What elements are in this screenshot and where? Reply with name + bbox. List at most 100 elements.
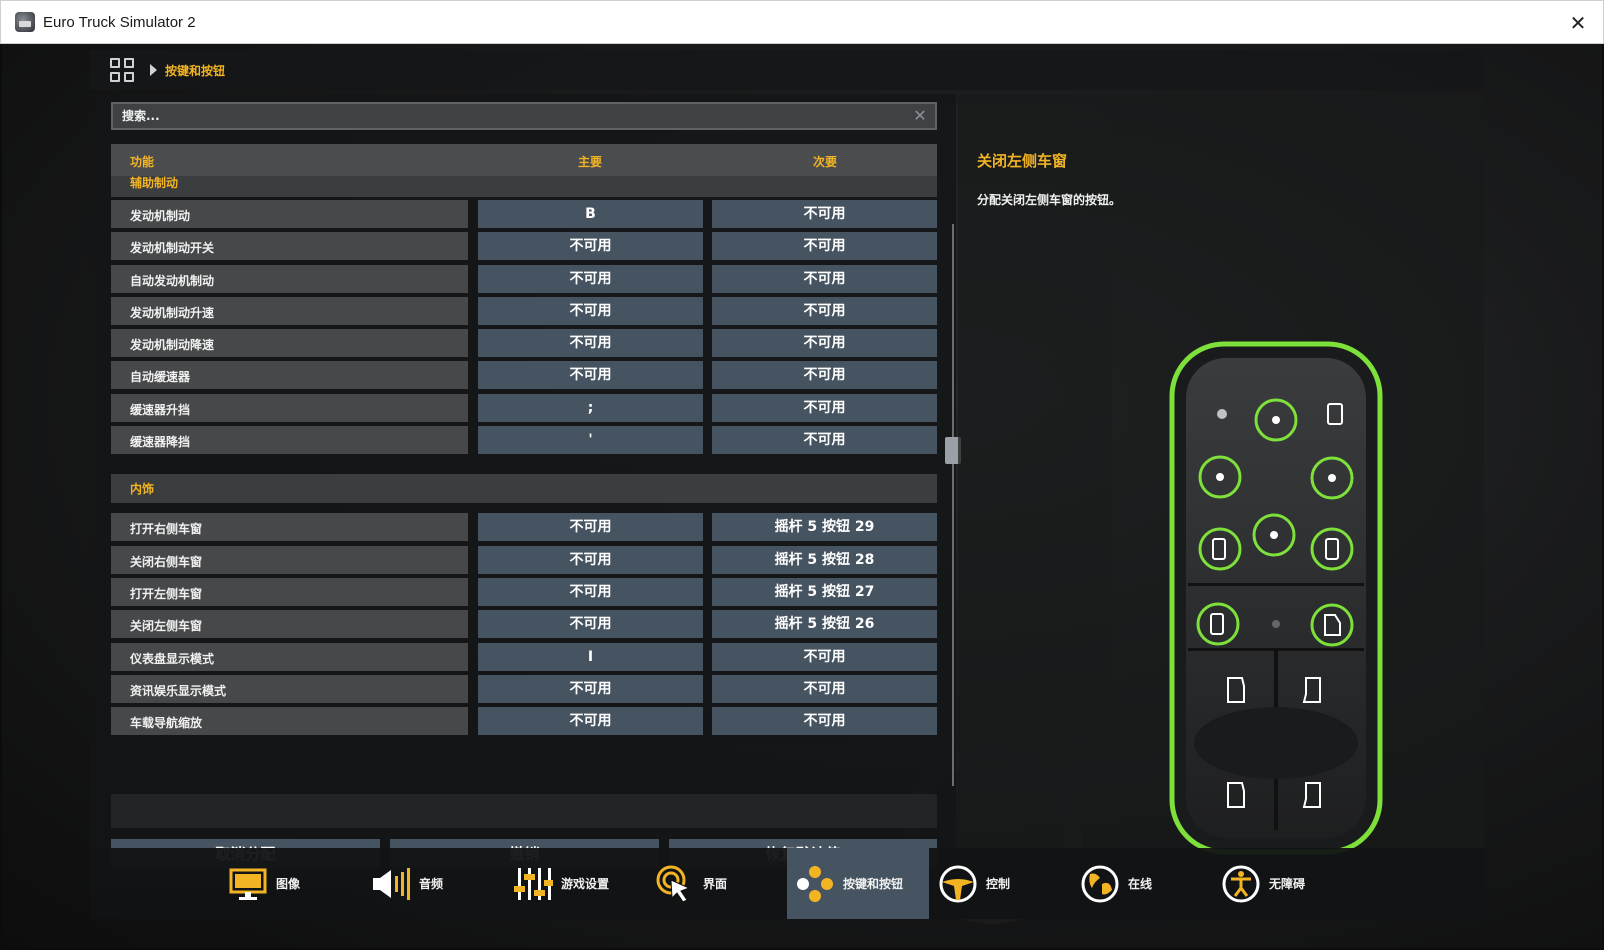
description-panel: 关闭左侧车窗 分配关闭左侧车窗的按钮。 xyxy=(958,94,1484,890)
primary-key-button[interactable]: 不可用 xyxy=(478,610,703,639)
secondary-key-button[interactable]: 不可用 xyxy=(712,296,937,325)
clear-search-icon[interactable]: ✕ xyxy=(911,107,929,125)
nav-interface[interactable]: 界面 xyxy=(655,848,727,919)
primary-key-button[interactable]: 不可用 xyxy=(478,577,703,606)
nav-graphics[interactable]: 图像 xyxy=(228,848,300,919)
action-name-cell: 发动机制动开关 xyxy=(111,232,468,261)
secondary-key-button[interactable]: 摇杆 5 按钮 26 xyxy=(712,610,937,639)
scrollbar-track[interactable] xyxy=(952,224,954,786)
game-background: 按键和按钮 ✕ 功能 主要 次要 辅助制动 发动机制动 B 不可用 xyxy=(2,44,1602,948)
table-row[interactable]: 资讯娱乐显示模式 不可用 不可用 xyxy=(111,672,937,704)
action-name-cell: 发动机制动升速 xyxy=(111,296,468,325)
action-name-cell: 打开右侧车窗 xyxy=(111,513,468,542)
primary-key-button[interactable]: 不可用 xyxy=(478,232,703,261)
secondary-key-button[interactable]: 不可用 xyxy=(712,232,937,261)
secondary-key-button[interactable]: 摇杆 5 按钮 29 xyxy=(712,513,937,542)
primary-key-button[interactable]: 不可用 xyxy=(478,329,703,358)
table-row[interactable]: 关闭右侧车窗 不可用 摇杆 5 按钮 28 xyxy=(111,543,937,575)
breadcrumb-current: 按键和按钮 xyxy=(165,63,226,78)
action-name-cell: 自动发动机制动 xyxy=(111,264,468,293)
secondary-key-button[interactable]: 不可用 xyxy=(712,707,937,736)
secondary-key-button[interactable]: 不可用 xyxy=(712,264,937,293)
secondary-key-button[interactable]: 不可用 xyxy=(712,642,937,671)
accessibility-icon xyxy=(1221,864,1261,904)
section-label: 辅助制动 xyxy=(130,176,179,190)
steering-wheel-icon xyxy=(938,864,978,904)
action-name-cell: 发动机制动 xyxy=(111,200,468,228)
table-row[interactable]: 自动缓速器 不可用 不可用 xyxy=(111,358,937,390)
search-input[interactable] xyxy=(113,109,893,123)
action-name-cell: 车载导航缩放 xyxy=(111,707,468,736)
nav-accessibility[interactable]: 无障碍 xyxy=(1221,848,1305,919)
table-row[interactable]: 发动机制动开关 不可用 不可用 xyxy=(111,229,937,261)
menu-grid-icon[interactable] xyxy=(110,58,134,82)
action-name-cell: 关闭左侧车窗 xyxy=(111,610,468,639)
close-icon[interactable]: ✕ xyxy=(1563,8,1593,38)
keybinding-panel: ✕ 功能 主要 次要 辅助制动 发动机制动 B 不可用 发动机制动开关 xyxy=(90,94,961,890)
action-name-cell: 发动机制动降速 xyxy=(111,329,468,358)
secondary-key-button[interactable]: 不可用 xyxy=(712,329,937,358)
globe-icon xyxy=(1080,864,1120,904)
secondary-key-button[interactable]: 摇杆 5 按钮 28 xyxy=(712,545,937,574)
buttons-icon xyxy=(795,864,835,904)
speaker-icon xyxy=(371,864,411,904)
primary-key-button[interactable]: 不可用 xyxy=(478,674,703,703)
primary-key-button[interactable]: 不可用 xyxy=(478,296,703,325)
primary-key-button[interactable]: 不可用 xyxy=(478,264,703,293)
action-name-cell: 资讯娱乐显示模式 xyxy=(111,674,468,703)
nav-audio[interactable]: 音频 xyxy=(371,848,443,919)
settings-nav: 图像 音频 游戏设置 界面 按键和按钮 控制 在线 无障碍 xyxy=(90,848,1484,919)
nav-gameplay[interactable]: 游戏设置 xyxy=(513,848,609,919)
action-name-cell: 仪表盘显示模式 xyxy=(111,642,468,671)
table-row[interactable]: 自动发动机制动 不可用 不可用 xyxy=(111,262,937,294)
table-header: 功能 主要 次要 xyxy=(111,144,937,176)
table-row[interactable]: 车载导航缩放 不可用 不可用 xyxy=(111,704,937,736)
action-name-cell: 打开左侧车窗 xyxy=(111,577,468,606)
secondary-key-button[interactable]: 不可用 xyxy=(712,393,937,422)
primary-key-button[interactable]: ; xyxy=(478,393,703,422)
search-box: ✕ xyxy=(111,102,937,130)
column-primary: 主要 xyxy=(578,155,603,169)
description-text: 分配关闭左侧车窗的按钮。 xyxy=(977,193,1122,207)
table-row[interactable]: 缓速器升挡 ; 不可用 xyxy=(111,391,937,423)
table-row[interactable]: 关闭左侧车窗 不可用 摇杆 5 按钮 26 xyxy=(111,607,937,639)
section-header: 辅助制动 xyxy=(111,176,937,197)
app-icon xyxy=(15,12,35,32)
description-title: 关闭左侧车窗 xyxy=(977,152,1068,170)
table-row[interactable]: 打开右侧车窗 不可用 摇杆 5 按钮 29 xyxy=(111,510,937,542)
table-row[interactable]: 打开左侧车窗 不可用 摇杆 5 按钮 27 xyxy=(111,575,937,607)
nav-keys-buttons[interactable]: 按键和按钮 xyxy=(787,848,929,919)
binding-list[interactable]: 辅助制动 发动机制动 B 不可用 发动机制动开关 不可用 不可用 自动发动机制动… xyxy=(111,176,937,835)
table-row[interactable]: 发动机制动降速 不可用 不可用 xyxy=(111,326,937,358)
section-header: 内饰 xyxy=(111,474,937,504)
secondary-key-button[interactable]: 不可用 xyxy=(712,361,937,390)
window-titlebar: Euro Truck Simulator 2 ✕ xyxy=(0,0,1604,44)
nav-controls[interactable]: 控制 xyxy=(938,848,1010,919)
secondary-key-button[interactable]: 不可用 xyxy=(712,426,937,455)
action-name-cell: 缓速器升挡 xyxy=(111,393,468,422)
table-row[interactable]: 仪表盘显示模式 I 不可用 xyxy=(111,640,937,672)
primary-key-button[interactable]: B xyxy=(478,200,703,228)
secondary-key-button[interactable]: 不可用 xyxy=(712,674,937,703)
column-function: 功能 xyxy=(130,155,155,169)
nav-online[interactable]: 在线 xyxy=(1080,848,1152,919)
table-row[interactable]: 缓速器降挡 ' 不可用 xyxy=(111,423,937,455)
primary-key-button[interactable]: 不可用 xyxy=(478,361,703,390)
action-name-cell: 自动缓速器 xyxy=(111,361,468,390)
list-footer xyxy=(111,794,937,828)
monitor-icon xyxy=(228,864,268,904)
window-title: Euro Truck Simulator 2 xyxy=(43,13,196,31)
breadcrumb: 按键和按钮 xyxy=(90,50,1484,90)
primary-key-button[interactable]: 不可用 xyxy=(478,707,703,736)
primary-key-button[interactable]: I xyxy=(478,642,703,671)
secondary-key-button[interactable]: 摇杆 5 按钮 27 xyxy=(712,577,937,606)
window-switch-panel-illustration xyxy=(1169,341,1383,855)
table-row[interactable]: 发动机制动升速 不可用 不可用 xyxy=(111,294,937,326)
primary-key-button[interactable]: 不可用 xyxy=(478,545,703,574)
primary-key-button[interactable]: 不可用 xyxy=(478,513,703,542)
action-name-cell: 关闭右侧车窗 xyxy=(111,545,468,574)
primary-key-button[interactable]: ' xyxy=(478,426,703,455)
cursor-icon xyxy=(655,864,695,904)
secondary-key-button[interactable]: 不可用 xyxy=(712,200,937,228)
table-row[interactable]: 发动机制动 B 不可用 xyxy=(111,197,937,229)
